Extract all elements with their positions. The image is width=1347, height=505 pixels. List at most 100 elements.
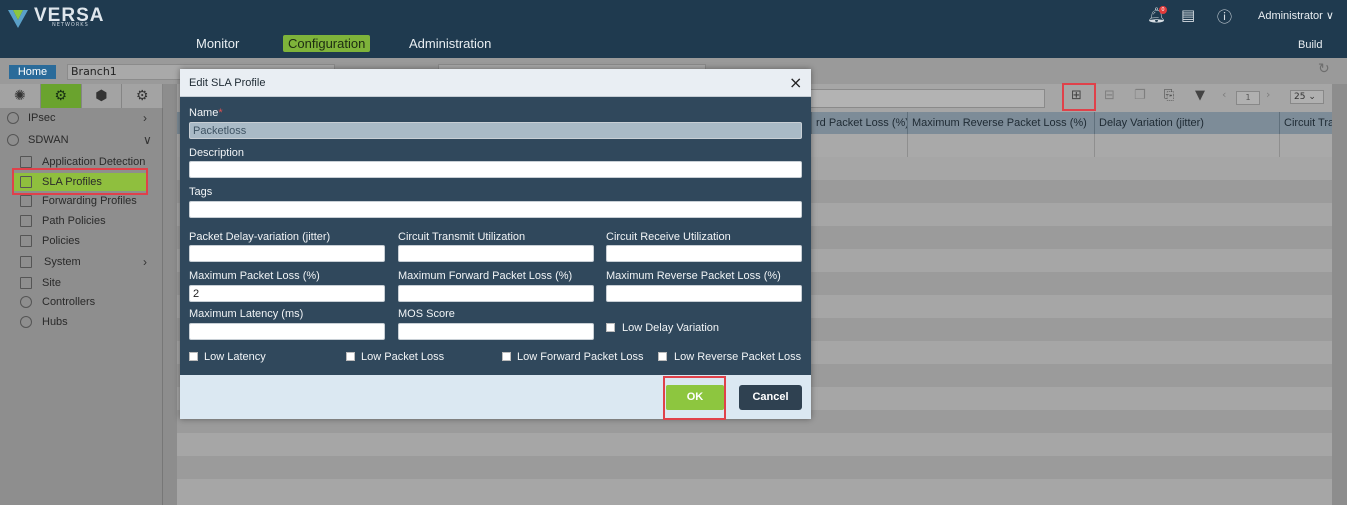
low-latency-label: Low Latency bbox=[204, 351, 266, 363]
description-field[interactable] bbox=[189, 161, 802, 178]
low-forward-loss-checkbox[interactable] bbox=[502, 352, 511, 361]
filter-icon[interactable]: ▼ bbox=[1195, 88, 1205, 103]
column-divider bbox=[907, 134, 908, 157]
jitter-field[interactable] bbox=[189, 245, 385, 262]
sidebar-item-label: Policies bbox=[42, 235, 80, 247]
circuit-receive-field[interactable] bbox=[606, 245, 802, 262]
max-forward-loss-label: Maximum Forward Packet Loss (%) bbox=[398, 270, 573, 282]
low-reverse-loss-checkbox[interactable] bbox=[658, 352, 667, 361]
low-latency-checkbox[interactable] bbox=[189, 352, 198, 361]
highlight-add-button bbox=[1062, 83, 1096, 111]
sdwan-icon bbox=[7, 134, 19, 146]
nav-monitor[interactable]: Monitor bbox=[196, 36, 239, 51]
sidebar-item-label: Controllers bbox=[42, 296, 96, 308]
name-label-text: Name bbox=[189, 107, 219, 119]
dialog-body: Name* Description Tags Packet Delay-vari… bbox=[180, 97, 811, 375]
name-field[interactable] bbox=[189, 122, 802, 139]
user-name: Administrator bbox=[1258, 10, 1323, 22]
column-header[interactable]: Circuit Tra bbox=[1279, 112, 1332, 134]
tags-label: Tags bbox=[189, 186, 213, 198]
prev-page-icon[interactable]: ‹ bbox=[1222, 88, 1226, 101]
nav-configuration[interactable]: Configuration bbox=[283, 35, 371, 52]
description-label: Description bbox=[189, 147, 245, 159]
required-mark: * bbox=[218, 107, 223, 119]
grid-search-input[interactable] bbox=[809, 89, 1045, 108]
next-page-icon[interactable]: › bbox=[1266, 88, 1270, 101]
circuit-receive-label: Circuit Receive Utilization bbox=[606, 231, 731, 243]
cancel-button[interactable]: Cancel bbox=[739, 385, 802, 410]
policy-icon bbox=[20, 235, 32, 247]
chevron-down-icon: ∨ bbox=[143, 133, 152, 147]
info-icon[interactable]: ⓘ bbox=[1217, 6, 1232, 27]
max-packet-loss-field[interactable] bbox=[189, 285, 385, 302]
low-forward-loss-label: Low Forward Packet Loss bbox=[517, 351, 644, 363]
column-header[interactable]: Delay Variation (jitter) bbox=[1094, 112, 1280, 134]
highlight-ok-button bbox=[663, 376, 726, 420]
max-latency-field[interactable] bbox=[189, 323, 385, 340]
sidebar-item-hubs[interactable]: Hubs bbox=[0, 313, 163, 331]
sidebar-item-policies[interactable]: Policies bbox=[0, 232, 163, 250]
document-icon[interactable]: ▤ bbox=[1181, 6, 1195, 24]
max-packet-loss-label: Maximum Packet Loss (%) bbox=[189, 270, 320, 282]
clone-icon[interactable]: ❐ bbox=[1134, 88, 1146, 103]
network-icon[interactable]: ✺ bbox=[0, 84, 41, 108]
build-link[interactable]: Build bbox=[1298, 39, 1322, 51]
page-size-value: 25 bbox=[1294, 92, 1306, 102]
dialog-title: Edit SLA Profile bbox=[189, 77, 266, 89]
remove-icon[interactable]: ⊟ bbox=[1104, 88, 1115, 103]
circuit-transmit-label: Circuit Transmit Utilization bbox=[398, 231, 526, 243]
sidebar-item-label: Hubs bbox=[42, 316, 68, 328]
page-number[interactable]: 1 bbox=[1236, 91, 1260, 105]
cube-icon[interactable]: ⬢ bbox=[81, 84, 123, 108]
column-divider bbox=[1094, 134, 1095, 157]
doc-icon bbox=[20, 195, 32, 207]
sidebar-item-sdwan[interactable]: SDWAN ∨ bbox=[0, 131, 163, 149]
columns-icon[interactable]: ⎘ bbox=[1164, 88, 1174, 103]
notification-badge: 0 bbox=[1159, 6, 1167, 14]
jitter-label: Packet Delay-variation (jitter) bbox=[189, 231, 331, 243]
sidebar-item-label: IPsec bbox=[28, 112, 56, 124]
ipsec-icon bbox=[7, 112, 19, 124]
low-packet-loss-checkbox[interactable] bbox=[346, 352, 355, 361]
folder-icon bbox=[20, 256, 32, 268]
sidebar-item-label: Site bbox=[42, 277, 61, 289]
sidebar-item-system[interactable]: System › bbox=[0, 253, 163, 271]
max-latency-label: Maximum Latency (ms) bbox=[189, 308, 304, 320]
chevron-right-icon: › bbox=[143, 255, 147, 269]
sidebar-item-controllers[interactable]: Controllers bbox=[0, 293, 163, 311]
brand-sub: NETWORKS bbox=[52, 22, 89, 28]
low-delay-variation-label: Low Delay Variation bbox=[622, 322, 720, 334]
chevron-down-icon: ∨ bbox=[1325, 10, 1334, 22]
column-divider bbox=[1279, 134, 1280, 157]
edit-sla-profile-dialog: Edit SLA Profile × Name* Description Tag… bbox=[180, 69, 811, 419]
gear-icon[interactable]: ⚙ bbox=[40, 84, 82, 108]
doc-icon bbox=[20, 156, 32, 168]
tags-field[interactable] bbox=[189, 201, 802, 218]
max-reverse-loss-field[interactable] bbox=[606, 285, 802, 302]
refresh-icon[interactable]: ↻ bbox=[1318, 61, 1330, 77]
policy-icon bbox=[20, 215, 32, 227]
home-button[interactable]: Home bbox=[9, 65, 56, 79]
close-icon[interactable]: × bbox=[789, 73, 802, 92]
hub-icon bbox=[20, 316, 32, 328]
circuit-transmit-field[interactable] bbox=[398, 245, 594, 262]
mos-score-label: MOS Score bbox=[398, 308, 455, 320]
max-reverse-loss-label: Maximum Reverse Packet Loss (%) bbox=[606, 270, 781, 282]
sidebar-item-path-policies[interactable]: Path Policies bbox=[0, 212, 163, 230]
sidebar-item-label: SDWAN bbox=[28, 134, 69, 146]
nav-administration[interactable]: Administration bbox=[409, 36, 491, 51]
settings-gear-icon[interactable]: ⚙ bbox=[122, 84, 163, 108]
low-packet-loss-label: Low Packet Loss bbox=[361, 351, 445, 363]
user-menu[interactable]: Administrator ∨ bbox=[1258, 9, 1334, 22]
sidebar-item-site[interactable]: Site bbox=[0, 274, 163, 292]
low-delay-variation-checkbox[interactable] bbox=[606, 323, 615, 332]
table-row bbox=[177, 456, 1332, 479]
mos-score-field[interactable] bbox=[398, 323, 594, 340]
sidebar-item-ipsec[interactable]: IPsec › bbox=[0, 109, 163, 127]
highlight-sla-profiles bbox=[12, 168, 148, 195]
column-header[interactable]: rd Packet Loss (%) bbox=[811, 112, 908, 134]
column-header[interactable]: Maximum Reverse Packet Loss (%) bbox=[907, 112, 1095, 134]
page-size-select[interactable]: 25 ⌄ bbox=[1290, 90, 1324, 104]
max-forward-loss-field[interactable] bbox=[398, 285, 594, 302]
sidebar-item-label: Path Policies bbox=[42, 215, 106, 227]
